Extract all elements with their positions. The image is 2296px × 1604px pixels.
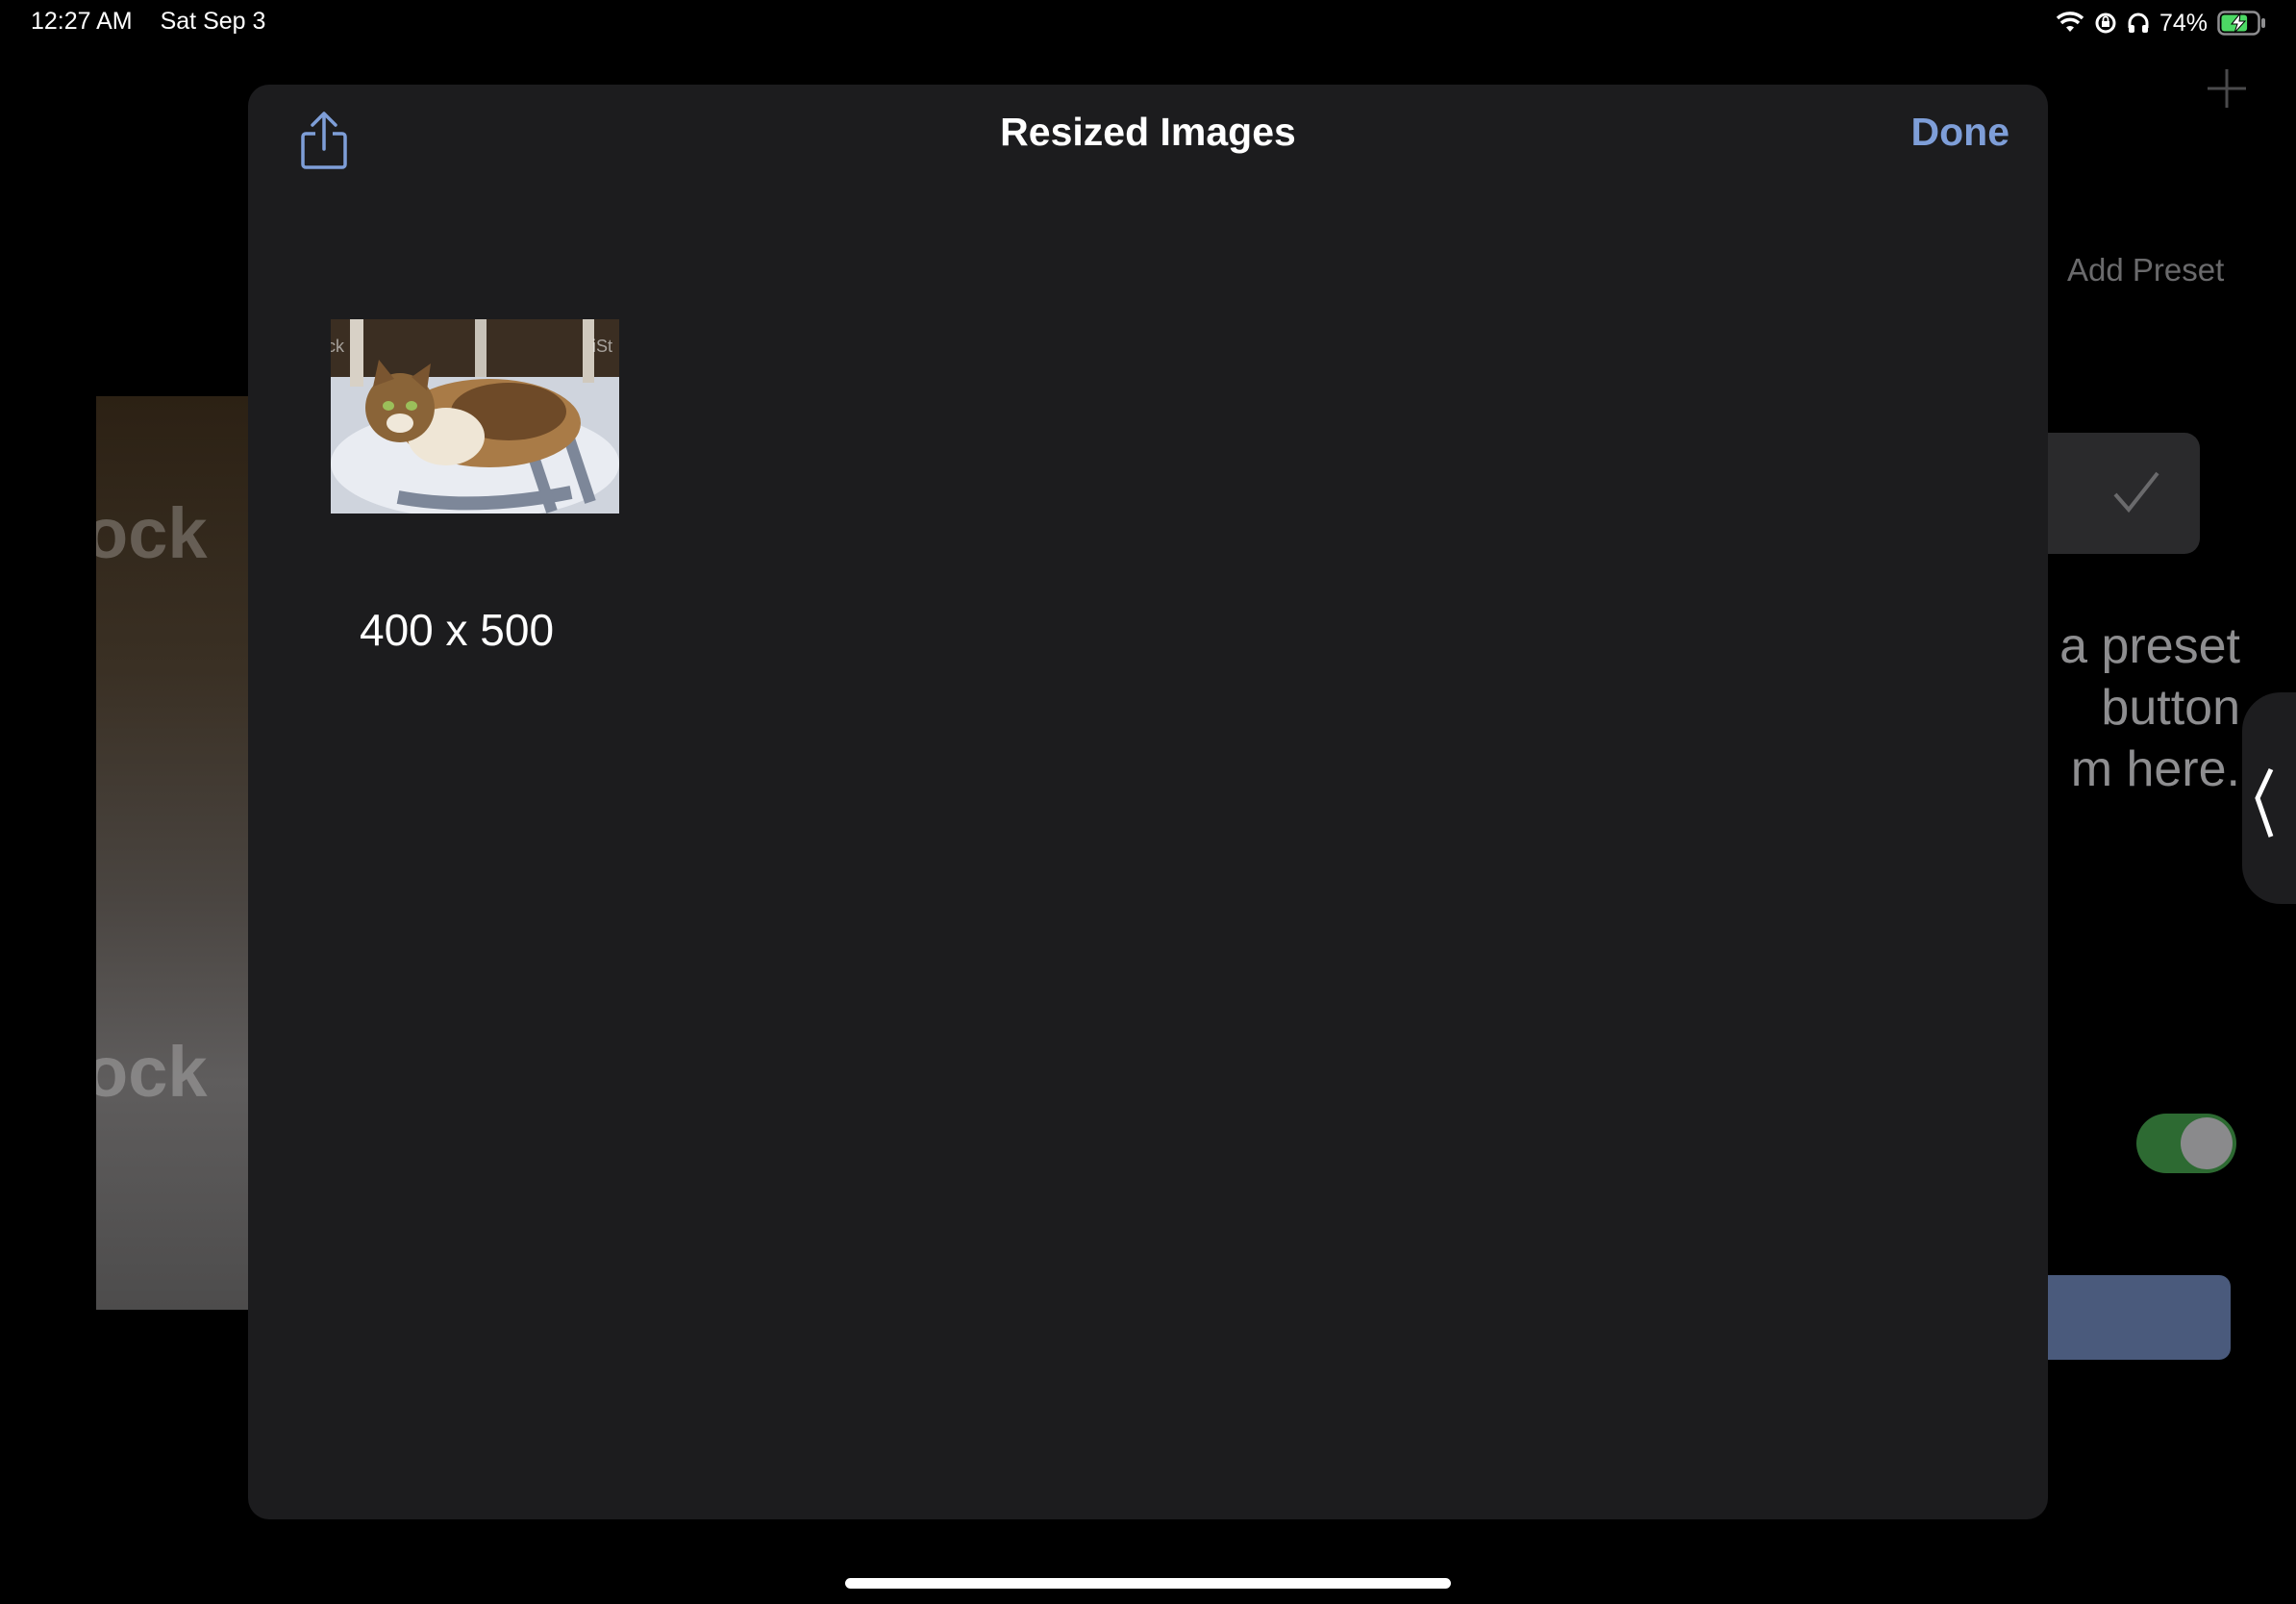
svg-text:ck: ck <box>331 337 345 356</box>
headphones-icon <box>2128 13 2149 33</box>
svg-text:iSt: iSt <box>592 337 612 356</box>
add-preset-button: Add Preset <box>2067 252 2225 288</box>
battery-charging-icon <box>2217 11 2265 36</box>
location-lock-icon <box>2095 13 2116 34</box>
status-bar-left: 12:27 AM Sat Sep 3 <box>31 8 287 36</box>
toggle-knob <box>2181 1117 2233 1169</box>
home-indicator[interactable] <box>845 1578 1451 1589</box>
done-button[interactable]: Done <box>1911 110 2010 155</box>
chevron-left-icon <box>2255 767 2274 838</box>
battery-percent: 74% <box>2159 9 2208 37</box>
resized-images-sheet: Resized Images Done ck iSt 400 x 500 <box>248 85 2048 1519</box>
background-toggle <box>2136 1114 2236 1173</box>
wifi-icon <box>2056 12 2084 32</box>
watermark: ock <box>96 493 208 573</box>
plus-icon <box>2208 69 2246 108</box>
checkmark-icon <box>2113 471 2159 514</box>
background-image-preview: ock ock <box>96 396 260 1310</box>
side-panel-handle[interactable] <box>2242 692 2296 904</box>
watermark: ock <box>96 1032 208 1112</box>
image-dimensions-label: 400 x 500 <box>360 605 555 655</box>
resized-image-thumbnail[interactable]: ck iSt <box>331 319 619 514</box>
status-time: 12:27 AM <box>31 8 133 35</box>
status-date: Sat Sep 3 <box>160 8 266 35</box>
sheet-title: Resized Images <box>1000 110 1296 154</box>
status-bar-right: 74% <box>2056 8 2267 38</box>
status-bar: 12:27 AM Sat Sep 3 74% <box>0 0 2296 48</box>
cat-photo: ck iSt <box>331 319 619 514</box>
